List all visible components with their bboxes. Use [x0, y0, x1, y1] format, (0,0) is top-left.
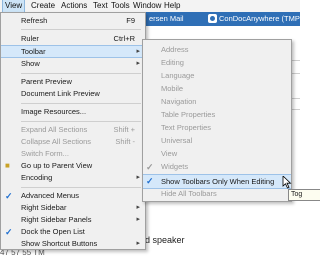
- submenu-item-label: Language: [161, 71, 195, 80]
- tab-icon: [208, 14, 217, 23]
- menu-item-label: Parent Preview: [21, 77, 72, 86]
- menu-text[interactable]: Text: [91, 0, 110, 12]
- shortcut-label: Ctrl+R: [113, 34, 135, 43]
- submenu-item-label: Editing: [161, 58, 184, 67]
- menu-item-collapse-all-sections[interactable]: Collapse All Sections Shift -: [1, 136, 145, 148]
- chevron-right-icon: ▸: [136, 216, 140, 223]
- menu-item-image-resources[interactable]: Image Resources...: [1, 106, 145, 118]
- menu-item-label: Toolbar: [21, 47, 46, 56]
- submenu-item-label: Widgets: [161, 162, 189, 171]
- menu-item-label: Expand All Sections: [21, 125, 88, 134]
- menu-item-label: Show: [21, 59, 40, 68]
- shortcut-label: F9: [126, 16, 135, 25]
- tooltip: Tog: [288, 189, 320, 201]
- tab-strip: ersen Mail ConDocAnywhere (TMP: [135, 12, 300, 26]
- menu-separator: [21, 121, 141, 122]
- menu-item-label: Right Sidebar Panels: [21, 215, 92, 224]
- submenu-item-text-properties[interactable]: Text Properties: [143, 122, 291, 134]
- chevron-right-icon: ▸: [136, 240, 140, 247]
- menu-item-toolbar[interactable]: Toolbar ▸: [1, 45, 145, 58]
- menu-item-show-shortcut-buttons[interactable]: Show Shortcut Buttons ▸: [1, 238, 145, 250]
- submenu-item-label: Text Properties: [161, 123, 212, 132]
- menu-item-expand-all-sections[interactable]: Expand All Sections Shift +: [1, 124, 145, 136]
- menu-separator: [21, 73, 141, 74]
- menu-window[interactable]: Window: [131, 0, 163, 12]
- menu-separator: [21, 103, 141, 104]
- chevron-right-icon: ▸: [136, 48, 140, 55]
- menu-item-go-up-to-parent-view[interactable]: ■ Go up to Parent View: [1, 160, 145, 172]
- submenu-item-label: View: [161, 149, 178, 158]
- menu-item-label: Go up to Parent View: [21, 161, 93, 170]
- submenu-item-hide-all-toolbars[interactable]: Hide All Toolbars: [143, 188, 291, 200]
- tab-mail[interactable]: ersen Mail: [149, 14, 184, 24]
- menu-separator: [21, 187, 141, 188]
- menu-separator: [21, 29, 141, 30]
- menu-create[interactable]: Create: [29, 0, 57, 12]
- toolbar-submenu: Address Editing Language Mobile Navigati…: [142, 39, 292, 202]
- mouse-pointer-icon: [282, 176, 292, 189]
- menu-tools[interactable]: Tools: [109, 0, 132, 12]
- menu-item-switch-form[interactable]: Switch Form...: [1, 148, 145, 160]
- menu-item-document-link-preview[interactable]: Document Link Preview: [1, 88, 145, 100]
- menu-actions[interactable]: Actions: [59, 0, 89, 12]
- menu-item-label: Document Link Preview: [21, 89, 100, 98]
- menu-item-right-sidebar[interactable]: Right Sidebar ▸: [1, 202, 145, 214]
- checkmark-icon: ✓: [146, 176, 154, 186]
- menu-item-dock-the-open-list[interactable]: ✓ Dock the Open List: [1, 226, 145, 238]
- menu-item-label: Right Sidebar: [21, 203, 67, 212]
- menu-item-label: Collapse All Sections: [21, 137, 92, 146]
- view-menu: Refresh F9 Ruler Ctrl+R Toolbar ▸ Show ▸…: [0, 12, 146, 250]
- submenu-item-table-properties[interactable]: Table Properties: [143, 109, 291, 121]
- menu-item-right-sidebar-panels[interactable]: Right Sidebar Panels ▸: [1, 214, 145, 226]
- menu-item-refresh[interactable]: Refresh F9: [1, 15, 145, 27]
- submenu-item-widgets[interactable]: ✓ Widgets: [143, 161, 291, 173]
- menu-item-advanced-menus[interactable]: ✓ Advanced Menus: [1, 190, 145, 202]
- submenu-item-show-toolbars-only-when-editing[interactable]: ✓ Show Toolbars Only When Editing: [143, 174, 291, 189]
- shortcut-label: Shift +: [113, 125, 135, 134]
- submenu-item-label: Hide All Toolbars: [161, 189, 217, 198]
- menu-item-show[interactable]: Show ▸: [1, 58, 145, 70]
- submenu-item-address[interactable]: Address: [143, 44, 291, 56]
- menu-item-label: Encoding: [21, 173, 53, 182]
- menu-item-label: Dock the Open List: [21, 227, 85, 236]
- menu-item-label: Advanced Menus: [21, 191, 79, 200]
- menu-item-parent-preview[interactable]: Parent Preview: [1, 76, 145, 88]
- shortcut-label: Shift -: [115, 137, 135, 146]
- menu-help[interactable]: Help: [162, 0, 182, 12]
- submenu-item-label: Show Toolbars Only When Editing: [161, 177, 275, 186]
- menu-item-label: Ruler: [21, 34, 39, 43]
- submenu-item-label: Address: [161, 45, 189, 54]
- menu-item-label: Show Shortcut Buttons: [21, 239, 98, 248]
- menu-item-label: Image Resources...: [21, 107, 87, 116]
- submenu-item-label: Navigation: [161, 97, 197, 106]
- submenu-item-language[interactable]: Language: [143, 70, 291, 82]
- checkmark-icon: ✓: [146, 162, 154, 172]
- submenu-item-mobile[interactable]: Mobile: [143, 83, 291, 95]
- chevron-right-icon: ▸: [136, 204, 140, 211]
- submenu-item-universal[interactable]: Universal: [143, 135, 291, 147]
- folder-up-icon: ■: [5, 161, 10, 170]
- submenu-item-view[interactable]: View: [143, 148, 291, 160]
- submenu-item-label: Table Properties: [161, 110, 216, 119]
- submenu-item-label: Mobile: [161, 84, 184, 93]
- chevron-right-icon: ▸: [136, 174, 140, 181]
- menu-item-ruler[interactable]: Ruler Ctrl+R: [1, 33, 145, 45]
- tab-condocanywhere[interactable]: ConDocAnywhere (TMP: [219, 14, 300, 24]
- submenu-item-label: Universal: [161, 136, 193, 145]
- menu-item-label: Refresh: [21, 16, 48, 25]
- chevron-right-icon: ▸: [136, 60, 140, 67]
- menu-item-label: Switch Form...: [21, 149, 69, 158]
- checkmark-icon: ✓: [5, 191, 13, 201]
- submenu-item-editing[interactable]: Editing: [143, 57, 291, 69]
- document-text: nd speaker: [140, 235, 185, 245]
- submenu-item-navigation[interactable]: Navigation: [143, 96, 291, 108]
- checkmark-icon: ✓: [5, 227, 13, 237]
- menu-item-encoding[interactable]: Encoding ▸: [1, 172, 145, 184]
